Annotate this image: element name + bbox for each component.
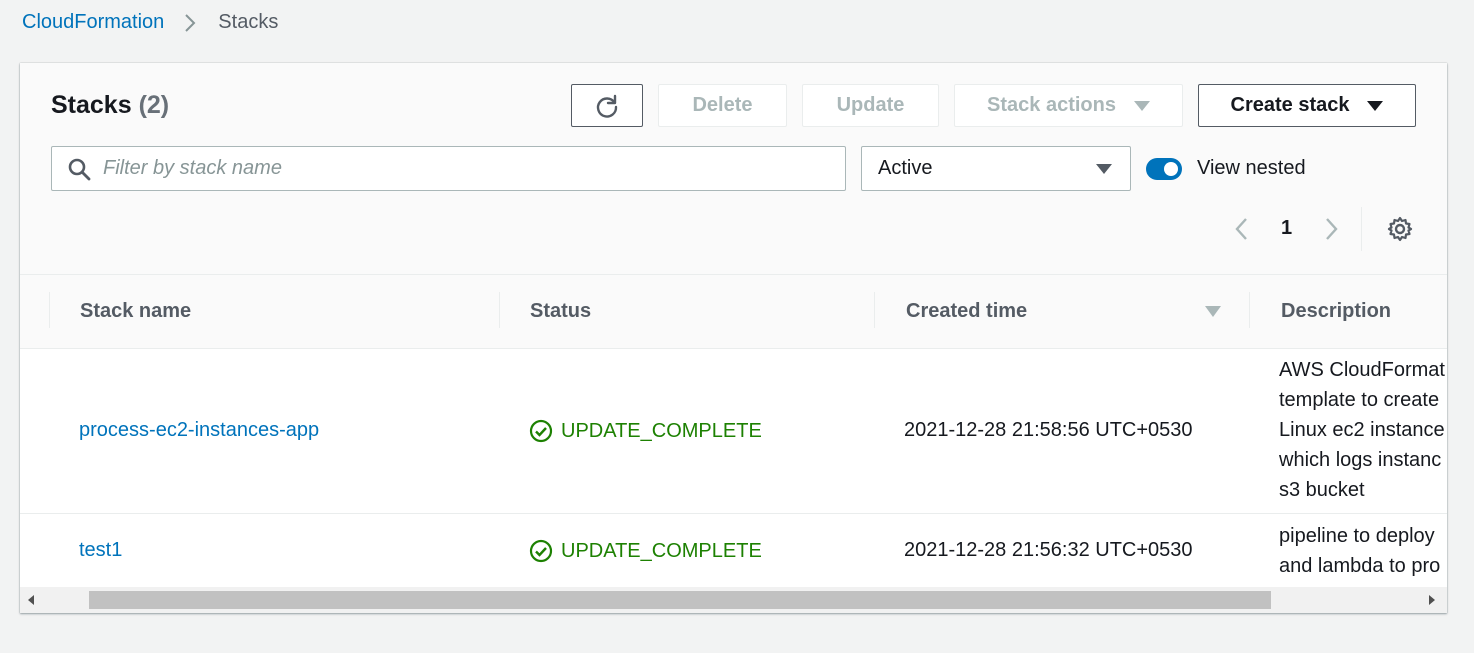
previous-page-button[interactable] <box>1232 216 1252 247</box>
column-header-description[interactable]: Description <box>1281 275 1391 348</box>
breadcrumb-cloudformation-link[interactable]: CloudFormation <box>22 11 164 34</box>
description-line: Linux ec2 instance <box>1279 419 1445 441</box>
column-header-stack-name[interactable]: Stack name <box>80 275 191 348</box>
preferences-button[interactable] <box>1387 216 1413 247</box>
chevron-right-icon <box>184 13 196 33</box>
column-header-created-time[interactable]: Created time <box>906 275 1027 348</box>
create-stack-button[interactable]: Create stack <box>1198 84 1416 127</box>
description-line: s3 bucket <box>1279 479 1365 501</box>
toggle-knob <box>1164 162 1178 176</box>
description-line: and lambda to pro <box>1279 555 1441 577</box>
table-row: process-ec2-instances-app UPDATE_COMPLET… <box>20 349 1447 514</box>
status-text: UPDATE_COMPLETE <box>561 539 762 562</box>
stack-count: (2) <box>138 91 170 119</box>
table-header: Stack name Status Created time Descripti… <box>20 275 1447 349</box>
stacks-header: Stacks (2) Delete Update Stack actions C… <box>20 63 1447 275</box>
chevron-right-icon <box>1326 218 1338 240</box>
success-check-icon <box>529 419 553 443</box>
update-button[interactable]: Update <box>802 84 939 127</box>
view-nested-toggle[interactable] <box>1146 158 1182 180</box>
caret-down-icon <box>1096 164 1112 174</box>
stack-filter[interactable] <box>51 146 846 191</box>
column-separator <box>49 292 50 328</box>
scroll-left-icon[interactable] <box>28 595 34 605</box>
search-input[interactable] <box>101 156 825 181</box>
scrollbar-thumb[interactable] <box>89 591 1271 609</box>
search-icon <box>68 158 91 180</box>
sort-descending-icon[interactable] <box>1205 306 1221 317</box>
description-line: AWS CloudFormat <box>1279 359 1445 381</box>
stack-name-link[interactable]: process-ec2-instances-app <box>79 419 319 442</box>
gear-icon <box>1387 216 1413 242</box>
description-line: template to create <box>1279 389 1440 411</box>
stack-actions-button[interactable]: Stack actions <box>954 84 1183 127</box>
caret-down-icon <box>1133 100 1150 111</box>
description: pipeline to deploy and lambda to pro <box>1279 521 1440 581</box>
caret-down-icon <box>1367 100 1384 111</box>
description-line: pipeline to deploy <box>1279 525 1435 547</box>
success-check-icon <box>529 539 553 563</box>
breadcrumb: CloudFormation Stacks <box>22 11 278 34</box>
view-nested-label: View nested <box>1197 157 1306 179</box>
column-separator <box>1249 292 1250 328</box>
refresh-icon <box>596 94 618 118</box>
status-filter-value: Active <box>878 157 933 179</box>
status-text: UPDATE_COMPLETE <box>561 419 762 442</box>
chevron-left-icon <box>1235 218 1247 240</box>
table-row: test1 UPDATE_COMPLETE 2021-12-28 21:56:3… <box>20 514 1447 587</box>
horizontal-scrollbar[interactable] <box>20 587 1447 613</box>
description-line: which logs instanc <box>1279 449 1442 471</box>
description: AWS CloudFormat template to create Linux… <box>1279 355 1445 505</box>
stacks-panel: Stacks (2) Delete Update Stack actions C… <box>20 63 1447 613</box>
next-page-button[interactable] <box>1321 216 1341 247</box>
page-title: Stacks (2) <box>51 91 169 120</box>
status-filter-select[interactable]: Active <box>861 146 1131 191</box>
column-separator <box>499 292 500 328</box>
stack-actions-label: Stack actions <box>987 94 1116 116</box>
scroll-right-icon[interactable] <box>1429 595 1435 605</box>
column-header-status[interactable]: Status <box>530 275 591 348</box>
create-stack-label: Create stack <box>1230 94 1350 116</box>
stack-name-link[interactable]: test1 <box>79 539 122 562</box>
delete-button[interactable]: Delete <box>658 84 787 127</box>
created-time: 2021-12-28 21:58:56 UTC+0530 <box>904 419 1193 441</box>
column-separator <box>874 292 875 328</box>
page-title-text: Stacks <box>51 91 132 119</box>
divider <box>1361 207 1362 251</box>
current-page[interactable]: 1 <box>1281 217 1292 240</box>
breadcrumb-current: Stacks <box>218 11 279 33</box>
refresh-button[interactable] <box>571 84 643 127</box>
created-time: 2021-12-28 21:56:32 UTC+0530 <box>904 539 1193 561</box>
status-badge: UPDATE_COMPLETE <box>529 539 762 563</box>
status-badge: UPDATE_COMPLETE <box>529 419 762 443</box>
